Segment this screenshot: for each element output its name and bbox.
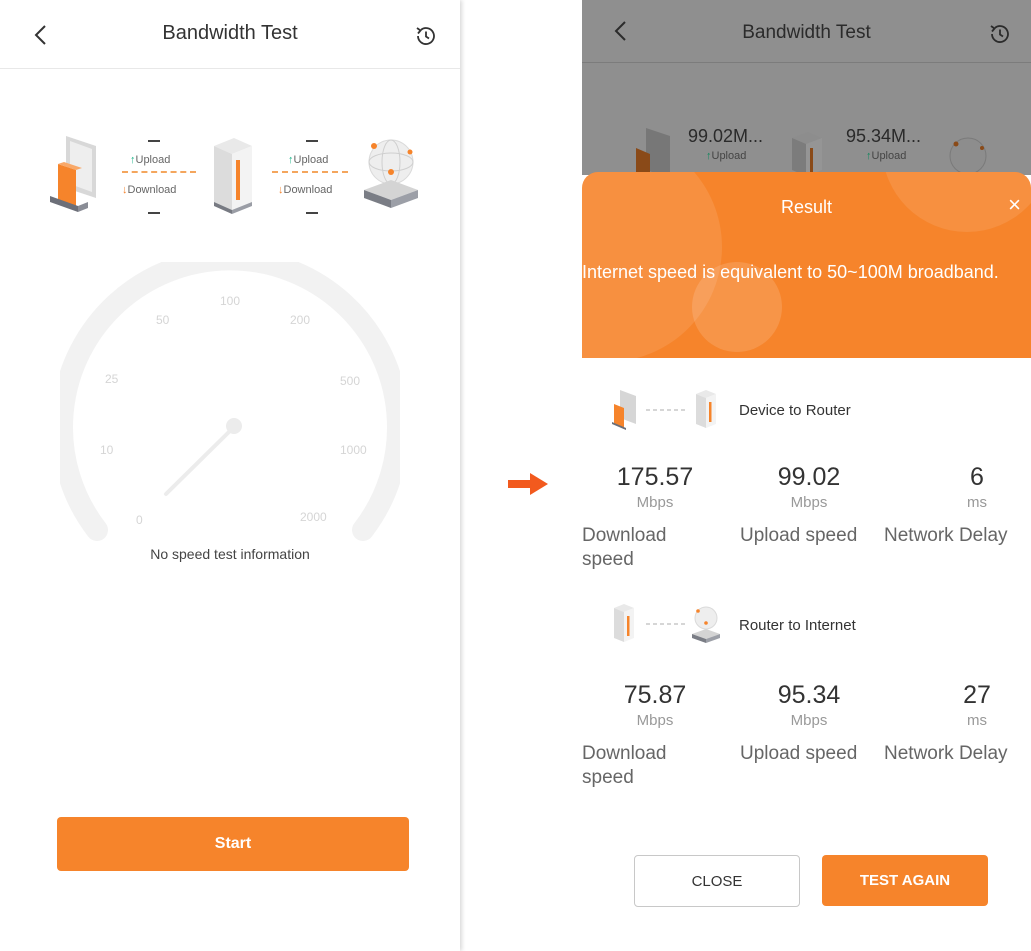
metric-value: 95.34 [777,681,841,709]
gauge-tick-100: 100 [220,294,241,308]
metric-label: Upload speed [740,525,858,546]
metric-unit: ms [967,712,987,729]
test-again-button[interactable]: TEST AGAIN [822,855,988,906]
page-title: Bandwidth Test [162,22,298,44]
gauge-tick-0: 0 [136,513,143,527]
metric-network-delay: 6 ms Network Delay [884,462,1031,546]
link2-upload-value [306,140,318,142]
link1-download-label: ↓Download [122,184,177,196]
gauge-status-text: No speed test information [150,546,310,562]
metric-upload-speed: 99.02 Mbps Upload speed [734,462,884,546]
network-diagram: ↑Upload ↓Download ↑Upload ↓Download [0,120,460,230]
metric-value: 99.02 [777,463,841,491]
header-divider [582,62,1031,63]
metric-value: 27 [963,681,991,709]
link2-download-label: ↓Download [278,184,333,196]
link2-upload-label: ↑Upload [866,150,907,162]
metric-download-speed: 75.87 Mbps Download speed [582,680,730,788]
gauge-tick-25: 25 [105,372,119,386]
metric-unit: Mbps [636,712,674,729]
metric-unit: Mbps [790,494,828,511]
page-title: Bandwidth Test [742,22,871,43]
gauge-tick-500: 500 [340,374,361,388]
result-screen: Bandwidth Test 99.02M... ↑Upload 95.34M.… [582,0,1031,951]
link1-upload-value: 99.02M... [688,126,764,146]
right-arrow-icon [508,473,548,495]
speedtest-screen: Bandwidth Test ↑Upload ↓Download ↑Upload… [0,0,460,951]
metric-value: 6 [970,463,984,491]
result-title: Result [780,197,833,217]
metric-label: Network Delay [884,525,1008,546]
device-icon [50,136,96,212]
metric-download-speed: 175.57 Mbps Download speed [582,462,730,570]
link1-download-value [148,212,160,214]
gauge-tick-2000: 2000 [300,510,327,524]
metric-unit: ms [967,494,987,511]
link2-upload-value: 95.34M... [846,126,922,146]
gauge-tick-200: 200 [290,313,311,327]
close-icon[interactable]: × [1008,192,1021,218]
start-button[interactable]: Start [57,817,409,871]
router-to-internet-icon [614,604,720,643]
internet-globe-icon [364,139,418,208]
dimmed-background: Bandwidth Test 99.02M... ↑Upload 95.34M.… [582,0,1031,178]
router-icon-dimmed [792,132,822,176]
result-header: Result × Internet speed is equivalent to… [582,172,1031,358]
close-button[interactable]: CLOSE [634,855,800,907]
gauge-tick-10: 10 [100,443,114,457]
metric-unit: Mbps [636,494,674,511]
gauge-tick-50: 50 [156,313,170,327]
link2-upload-label: ↑Upload [288,154,329,166]
device-to-router-icon [612,390,716,430]
metric-value: 175.57 [616,463,694,491]
router-icon [214,138,252,214]
metric-value: 75.87 [623,681,687,709]
link1-upload-value [148,140,160,142]
device-icon-dimmed [636,128,670,178]
section-title-router-internet: Router to Internet [739,617,856,634]
link2-connector [272,171,348,173]
link2-download-value [306,212,318,214]
metric-label: Download speed [582,525,667,570]
history-icon[interactable] [988,22,1012,46]
history-icon[interactable] [414,24,438,48]
link1-upload-label: ↑Upload [130,154,171,166]
link1-connector [122,171,196,173]
header-bar: Bandwidth Test [0,0,460,69]
section-title-device-router: Device to Router [739,402,851,419]
metric-unit: Mbps [790,712,828,729]
metric-network-delay: 27 ms Network Delay [884,680,1031,764]
link1-upload-label: ↑Upload [706,150,747,162]
metric-upload-speed: 95.34 Mbps Upload speed [734,680,884,764]
metric-label: Network Delay [884,743,1008,764]
gauge-tick-1000: 1000 [340,443,367,457]
metric-label: Download speed [582,743,667,788]
result-description: Internet speed is equivalent to 50~100M … [582,262,999,282]
metric-label: Upload speed [740,743,858,764]
